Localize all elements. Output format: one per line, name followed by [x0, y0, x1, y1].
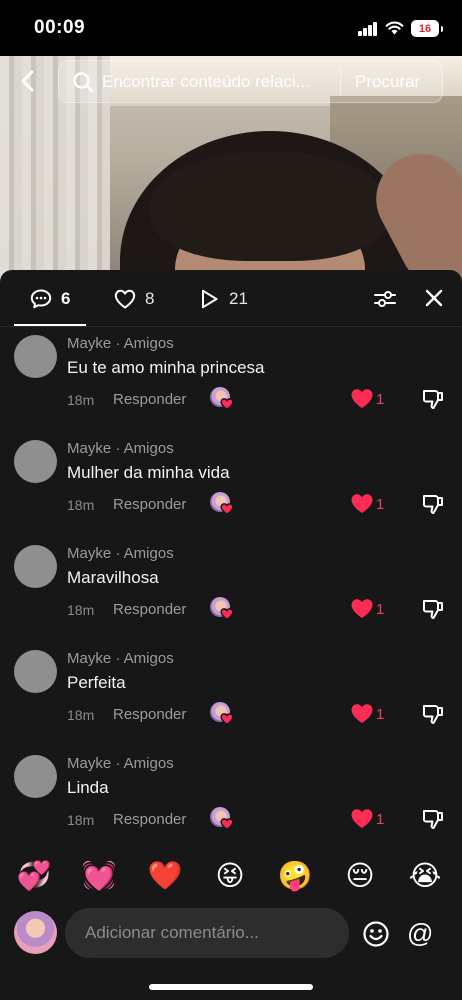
comment-time: 18m — [67, 497, 95, 513]
comment-icon — [30, 289, 52, 309]
comment-input[interactable] — [65, 908, 349, 958]
comment-text: Maravilhosa — [67, 568, 159, 587]
thumbs-down-icon[interactable] — [421, 597, 445, 621]
search-bar-row: Encontrar conteúdo relaci... Procurar — [0, 60, 462, 104]
like-icon[interactable] — [350, 807, 374, 829]
status-bar: 00:09 16 — [0, 0, 462, 56]
search-icon — [73, 71, 94, 92]
like-count: 1 — [376, 601, 385, 618]
reply-button[interactable]: Responder — [113, 496, 186, 513]
tab-likes-count: 8 — [145, 289, 155, 308]
comment-author[interactable]: Mayke · Amigos — [67, 440, 174, 457]
tab-comments[interactable]: 6 — [29, 286, 70, 312]
like-icon[interactable] — [350, 387, 374, 409]
avatar[interactable] — [14, 650, 57, 693]
comment-time: 18m — [67, 602, 95, 618]
heart-icon — [220, 608, 234, 621]
signal-icon — [358, 22, 378, 36]
battery-icon: 16 — [411, 20, 443, 37]
quick-emoji-row: 💞 💓 ❤️ 😝 🤪 😔 😭 — [0, 858, 462, 898]
heart-icon — [220, 713, 234, 726]
comment-time: 18m — [67, 707, 95, 723]
wifi-icon — [385, 21, 404, 35]
emoji-crying-face[interactable]: 😭 — [405, 858, 445, 894]
creator-liked-badge — [210, 492, 234, 516]
comment-time: 18m — [67, 392, 95, 408]
like-icon[interactable] — [350, 492, 374, 514]
comment-author[interactable]: Mayke · Amigos — [67, 335, 174, 352]
emoji-revolving-hearts[interactable]: 💞 — [14, 858, 54, 894]
active-tab-indicator — [14, 324, 86, 326]
emoji-pensive-face[interactable]: 😔 — [340, 858, 380, 894]
emoji-picker-icon[interactable] — [362, 920, 390, 948]
emoji-red-heart[interactable]: ❤️ — [145, 858, 185, 894]
like-count: 1 — [376, 811, 385, 828]
avatar[interactable] — [14, 545, 57, 588]
comments-sheet: 6 8 21 Mayke · Amigos Eu te amo minha pr… — [0, 270, 462, 1000]
like-count: 1 — [376, 391, 385, 408]
heart-icon — [220, 503, 234, 516]
comment-text: Linda — [67, 778, 109, 797]
filter-icon[interactable] — [373, 287, 397, 311]
like-icon[interactable] — [350, 597, 374, 619]
tab-likes[interactable]: 8 — [113, 286, 154, 312]
comment-composer: @ — [0, 908, 462, 958]
heart-icon — [220, 818, 234, 831]
reply-button[interactable]: Responder — [113, 811, 186, 828]
reply-button[interactable]: Responder — [113, 391, 186, 408]
heart-outline-icon — [114, 289, 136, 309]
tab-views[interactable]: 21 — [197, 286, 248, 312]
comment-item: Mayke · Amigos Linda 18m Responder 1 — [0, 755, 462, 860]
emoji-zany-face[interactable]: 🤪 — [275, 858, 315, 894]
avatar[interactable] — [14, 440, 57, 483]
comment-item: Mayke · Amigos Maravilhosa 18m Responder… — [0, 545, 462, 650]
emoji-beating-heart[interactable]: 💓 — [79, 858, 119, 894]
back-button[interactable] — [12, 66, 42, 96]
thumbs-down-icon[interactable] — [421, 807, 445, 831]
comment-item: Mayke · Amigos Mulher da minha vida 18m … — [0, 440, 462, 545]
comment-item: Mayke · Amigos Perfeita 18m Responder 1 — [0, 650, 462, 755]
comment-author[interactable]: Mayke · Amigos — [67, 545, 174, 562]
comment-text: Perfeita — [67, 673, 126, 692]
thumbs-down-icon[interactable] — [421, 387, 445, 411]
avatar[interactable] — [14, 911, 57, 954]
creator-liked-badge — [210, 807, 234, 831]
tab-comments-count: 6 — [61, 289, 71, 308]
comment-text: Mulher da minha vida — [67, 463, 230, 482]
comment-author[interactable]: Mayke · Amigos — [67, 650, 174, 667]
play-icon — [202, 289, 218, 309]
search-input[interactable]: Encontrar conteúdo relaci... Procurar — [58, 60, 443, 103]
comments-tabs: 6 8 21 — [0, 270, 462, 327]
reply-button[interactable]: Responder — [113, 601, 186, 618]
comment-author[interactable]: Mayke · Amigos — [67, 755, 174, 772]
like-icon[interactable] — [350, 702, 374, 724]
close-icon[interactable] — [422, 286, 446, 310]
creator-liked-badge — [210, 597, 234, 621]
mention-button[interactable]: @ — [407, 918, 433, 949]
home-indicator[interactable] — [149, 984, 313, 990]
avatar[interactable] — [14, 335, 57, 378]
thumbs-down-icon[interactable] — [421, 492, 445, 516]
creator-liked-badge — [210, 702, 234, 726]
emoji-squinting-tongue[interactable]: 😝 — [210, 858, 250, 894]
comment-item: Mayke · Amigos Eu te amo minha princesa … — [0, 335, 462, 440]
search-button[interactable]: Procurar — [355, 72, 420, 92]
chevron-left-icon — [21, 70, 34, 92]
like-count: 1 — [376, 706, 385, 723]
comment-text: Eu te amo minha princesa — [67, 358, 265, 377]
heart-icon — [220, 398, 234, 411]
avatar[interactable] — [14, 755, 57, 798]
status-time: 00:09 — [34, 17, 86, 38]
search-text: Encontrar conteúdo relaci... — [102, 71, 310, 91]
comment-time: 18m — [67, 812, 95, 828]
tab-views-count: 21 — [229, 289, 248, 308]
like-count: 1 — [376, 496, 385, 513]
thumbs-down-icon[interactable] — [421, 702, 445, 726]
creator-liked-badge — [210, 387, 234, 411]
reply-button[interactable]: Responder — [113, 706, 186, 723]
search-divider — [340, 67, 341, 96]
